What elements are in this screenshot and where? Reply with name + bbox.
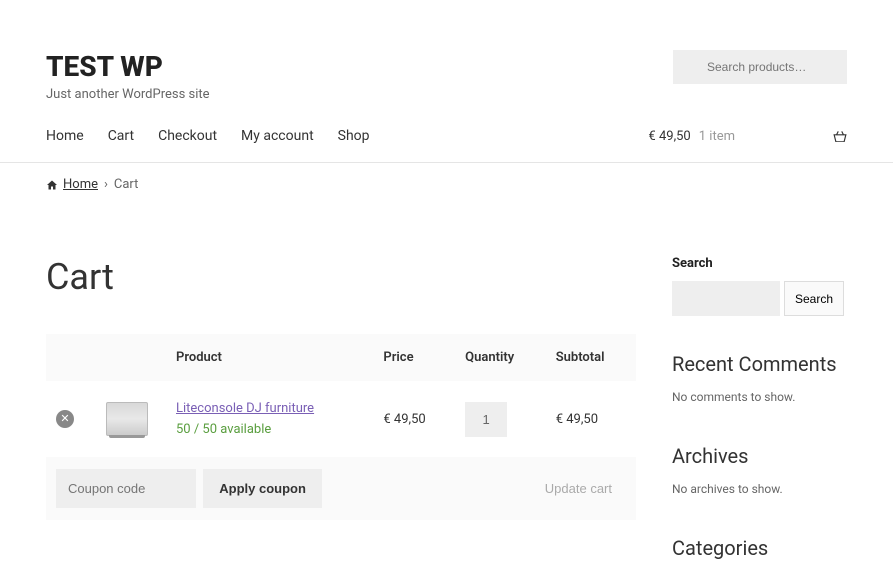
update-cart-button[interactable]: Update cart xyxy=(531,469,626,508)
site-tagline: Just another WordPress site xyxy=(46,87,210,102)
cart-total: € 49,50 xyxy=(648,129,690,144)
col-subtotal: Subtotal xyxy=(546,334,636,381)
breadcrumb-home[interactable]: Home xyxy=(46,177,98,192)
archives-title: Archives xyxy=(672,444,844,468)
cart-table: Product Price Quantity Subtotal ✕ Liteco… xyxy=(46,334,636,520)
archives-text: No archives to show. xyxy=(672,482,844,496)
breadcrumb-sep: › xyxy=(104,177,108,192)
col-quantity: Quantity xyxy=(455,334,546,381)
breadcrumb-current: Cart xyxy=(114,177,139,192)
product-subtotal: € 49,50 xyxy=(546,381,636,457)
page-title: Cart xyxy=(46,256,636,298)
header-cart-summary[interactable]: € 49,50 1 item xyxy=(648,129,847,144)
recent-comments-title: Recent Comments xyxy=(672,352,844,376)
home-icon xyxy=(46,179,58,191)
remove-item-button[interactable]: ✕ xyxy=(56,410,74,428)
nav-home[interactable]: Home xyxy=(46,128,84,144)
sidebar-search-input[interactable] xyxy=(672,281,780,316)
sidebar-search-label: Search xyxy=(672,256,844,271)
table-row: ✕ Liteconsole DJ furniture 50 / 50 avail… xyxy=(46,381,636,457)
nav-checkout[interactable]: Checkout xyxy=(158,128,217,144)
categories-title: Categories xyxy=(672,536,844,560)
product-availability: 50 / 50 available xyxy=(176,422,363,437)
nav-cart[interactable]: Cart xyxy=(108,128,134,144)
product-thumbnail[interactable] xyxy=(106,402,148,436)
product-link[interactable]: Liteconsole DJ furniture xyxy=(176,401,314,416)
cart-item-count: 1 item xyxy=(699,129,735,144)
search-input[interactable] xyxy=(673,50,847,84)
sidebar-search-button[interactable]: Search xyxy=(784,281,844,316)
breadcrumb-home-label: Home xyxy=(63,177,98,192)
col-product: Product xyxy=(166,334,373,381)
site-title[interactable]: TEST WP xyxy=(46,50,210,83)
nav-shop[interactable]: Shop xyxy=(338,128,370,144)
col-price: Price xyxy=(373,334,455,381)
recent-comments-text: No comments to show. xyxy=(672,390,844,404)
nav-account[interactable]: My account xyxy=(241,128,314,144)
basket-icon xyxy=(833,130,847,142)
quantity-input[interactable] xyxy=(465,402,507,437)
header-search xyxy=(673,50,847,84)
product-price: € 49,50 xyxy=(373,381,455,457)
breadcrumb: Home › Cart xyxy=(46,163,847,206)
apply-coupon-button[interactable]: Apply coupon xyxy=(203,469,322,508)
primary-nav: Home Cart Checkout My account Shop xyxy=(46,128,370,144)
coupon-input[interactable] xyxy=(56,469,196,508)
